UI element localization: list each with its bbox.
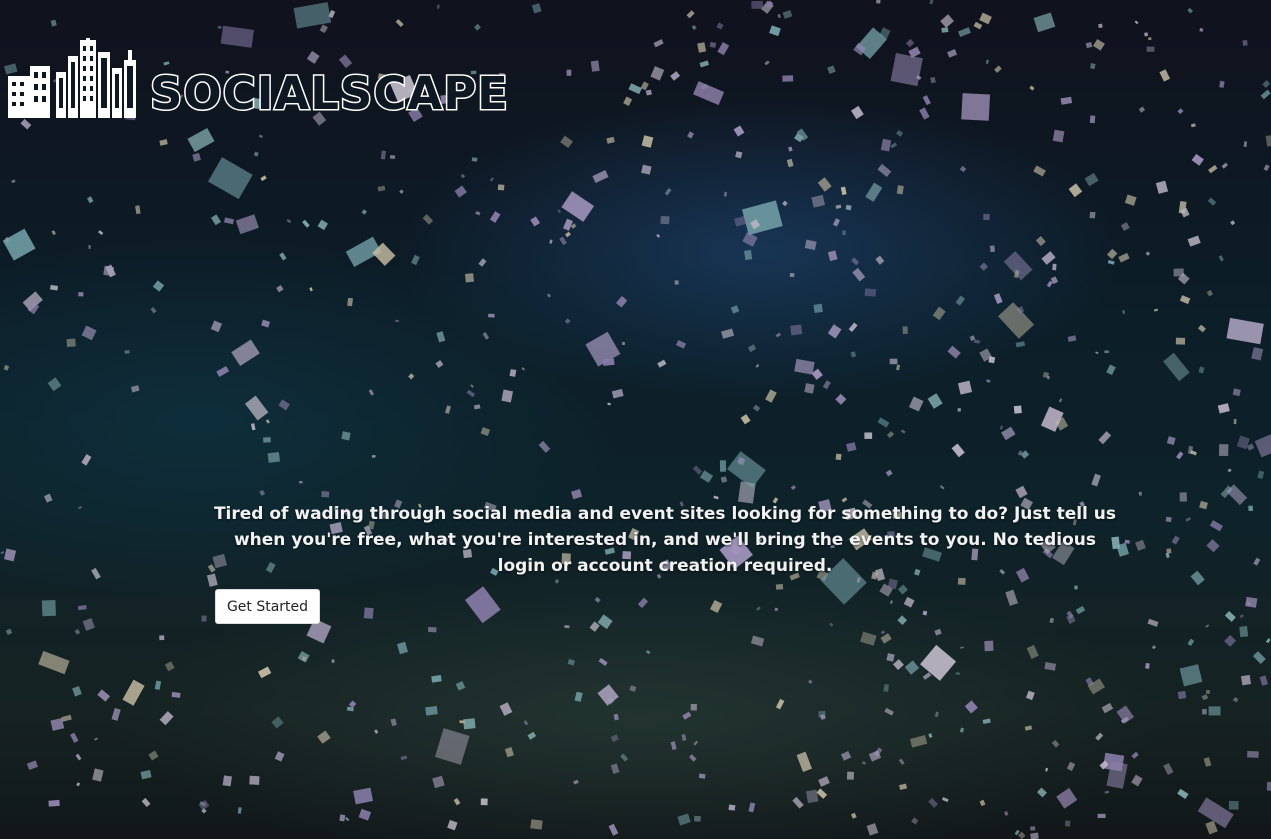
brand-name: SOCIALSCAPE: [149, 67, 510, 120]
get-started-button[interactable]: Get Started: [215, 589, 320, 624]
site-logo[interactable]: SOCIALSCAPE: [6, 36, 509, 118]
background-overlay: [0, 0, 1271, 839]
city-skyline-icon: [8, 38, 136, 118]
hero-tagline: Tired of wading through social media and…: [213, 504, 1117, 576]
hero-section: SOCIALSCAPE Tired of wading through soci…: [0, 0, 1271, 839]
